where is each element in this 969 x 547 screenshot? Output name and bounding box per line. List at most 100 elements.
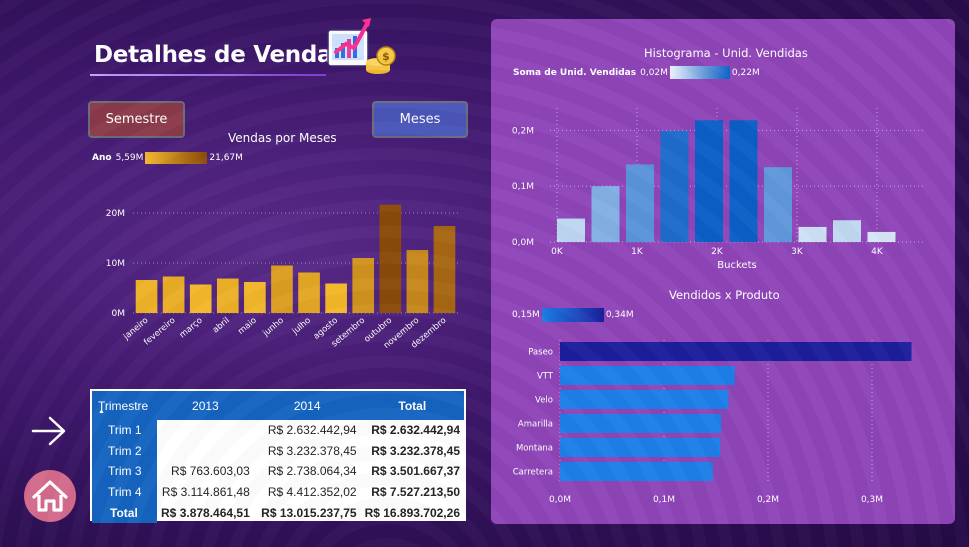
legend-gradient (669, 66, 730, 79)
legend-gradient (541, 308, 604, 322)
bar[interactable] (433, 226, 456, 313)
product-bar[interactable] (560, 462, 713, 481)
x-tick-label: 1K (631, 247, 644, 257)
x-tick-label: 0,3M (861, 495, 883, 505)
table-row: Trim 2 R$ 3.232.378,45 R$ 3.232.378,45 (92, 440, 464, 462)
legend-gradient (145, 152, 208, 164)
row-label[interactable]: Trim 1 (92, 420, 158, 441)
bar[interactable] (298, 272, 320, 314)
dashboard-canvas: Detalhes de Vendas $ Semestre Meses Vend… (0, 0, 969, 547)
histogram-bar[interactable] (591, 186, 620, 242)
x-tick-label: 0,0M (549, 495, 571, 505)
bar[interactable] (216, 278, 239, 314)
table-row: Trim 4 R$ 3.114.861,48 R$ 4.412.352,02 R$ 7… (92, 481, 464, 502)
matrix-row-header[interactable]: Trimestre ▲ (92, 391, 157, 420)
y-tick-label: 0,2M (512, 126, 534, 136)
table-cell (157, 441, 254, 462)
histogram-bar[interactable] (867, 231, 896, 242)
product-bar[interactable] (560, 390, 729, 409)
col-header-total[interactable]: Total (361, 391, 464, 420)
legend-min: 0,15M (512, 310, 540, 320)
legend-max: 0,34M (605, 310, 634, 320)
legend-label: Soma de Unid. Vendidas (513, 67, 637, 78)
histogram-bar[interactable] (626, 164, 654, 242)
y-tick-label: Velo (535, 396, 553, 406)
bar[interactable] (244, 282, 266, 313)
bar[interactable] (325, 283, 347, 314)
home-button[interactable] (24, 470, 76, 522)
table-cell: R$ 3.114.861,48 (161, 484, 250, 499)
table-cell: R$ 2.632.442,94 (267, 423, 357, 438)
table-cell: R$ 3.501.667,37 (371, 464, 460, 479)
product-bar[interactable] (560, 438, 721, 457)
table-cell: R$ 3.232.378,45 (371, 443, 460, 458)
bar[interactable] (379, 204, 402, 313)
y-tick-label: Carretera (513, 468, 553, 478)
x-tick-label: julho (290, 316, 313, 338)
row-label[interactable]: Trim 3 (92, 461, 158, 482)
total-cell: R$ 16.893.702,26 (364, 505, 460, 520)
histogram-bar[interactable] (660, 130, 689, 242)
table-cell: R$ 2.738.064,34 (267, 464, 357, 479)
y-tick-label: Amarilla (518, 420, 553, 430)
y-tick-label: 0M (112, 309, 126, 319)
x-tick-label: junho (261, 316, 286, 340)
y-tick-label: Montana (516, 444, 553, 454)
total-cell: R$ 13.015.237,75 (261, 505, 357, 520)
arrow-right-icon[interactable] (30, 414, 68, 448)
title-underline (90, 74, 326, 76)
row-label[interactable]: Trim 4 (92, 481, 158, 502)
histogram-bar[interactable] (764, 167, 792, 242)
x-tick-label: abril (211, 316, 232, 336)
sales-growth-icon: $ (327, 18, 396, 74)
histogram-bar[interactable] (833, 220, 861, 242)
semestre-button[interactable]: Semestre (88, 101, 185, 138)
sort-asc-icon[interactable]: ▲ (98, 408, 105, 415)
x-tick-label: 0,2M (757, 495, 779, 505)
total-label: Total (92, 502, 158, 523)
row-label[interactable]: Trim 2 (92, 440, 158, 461)
total-cell: R$ 3.878.464,51 (161, 505, 250, 520)
legend-min: 5,59M (115, 153, 144, 163)
monthly-sales-chart: 0M10M20Mjaneirofevereiro março abril maio ju… (106, 204, 458, 350)
monthly-chart-title: Vendas por Meses (228, 131, 337, 145)
x-tick-label: 2K (711, 247, 724, 257)
table-row: Trim 1 R$ 2.632.442,94 R$ 2.632.442,94 (92, 420, 464, 441)
x-tick-label: 0,1M (653, 495, 675, 505)
product-bar[interactable] (560, 366, 735, 385)
x-tick-label: março (178, 316, 205, 341)
meses-button[interactable]: Meses (372, 101, 468, 138)
table-row: Trim 3 R$ 763.603,03 R$ 2.738.064,34 R$ 3.5… (92, 461, 464, 482)
legend-label: Ano (92, 153, 112, 163)
y-tick-label: Paseo (528, 348, 553, 358)
histogram-bar[interactable] (695, 120, 723, 242)
histogram-bar[interactable] (729, 120, 758, 242)
col-header-2014[interactable]: 2014 (254, 391, 361, 420)
bar[interactable] (189, 284, 212, 314)
home-icon (32, 480, 68, 512)
product-bar-chart: 0,0M 0,1M 0,2M 0,3M Paseo VTT Velo Amarilla Mont… (513, 340, 912, 505)
bar[interactable] (406, 250, 429, 313)
page-title: Detalhes de Vendas (94, 42, 346, 68)
bar[interactable] (162, 276, 185, 314)
y-tick-label: 0,0M (512, 238, 534, 248)
bar[interactable] (271, 265, 293, 314)
x-tick-label: 4K (871, 247, 884, 257)
y-tick-label: 0,1M (512, 182, 534, 192)
legend-max: 0,22M (731, 67, 760, 78)
bar[interactable] (352, 258, 375, 313)
bar[interactable] (135, 280, 158, 313)
matrix-row-header-label: Trimestre (98, 398, 149, 413)
y-tick-label: VTT (537, 372, 554, 382)
histogram-chart: 0,0M 0,1M 0,2M 0K 1K 2K 3K 4K Buckets (512, 108, 925, 271)
product-bar[interactable] (560, 342, 912, 361)
product-bar[interactable] (560, 414, 722, 433)
svg-text:$: $ (382, 50, 390, 63)
histogram-bar[interactable] (798, 226, 827, 242)
histogram-bar[interactable] (557, 218, 585, 242)
quarterly-matrix: Trimestre ▲ 2013 2014 Total Trim 1 R$ 2.6… (90, 389, 466, 523)
x-tick-label: 0K (551, 247, 564, 257)
col-header-2013[interactable]: 2013 (157, 391, 254, 420)
x-axis-title: Buckets (717, 260, 756, 271)
y-tick-label: 10M (106, 259, 125, 269)
